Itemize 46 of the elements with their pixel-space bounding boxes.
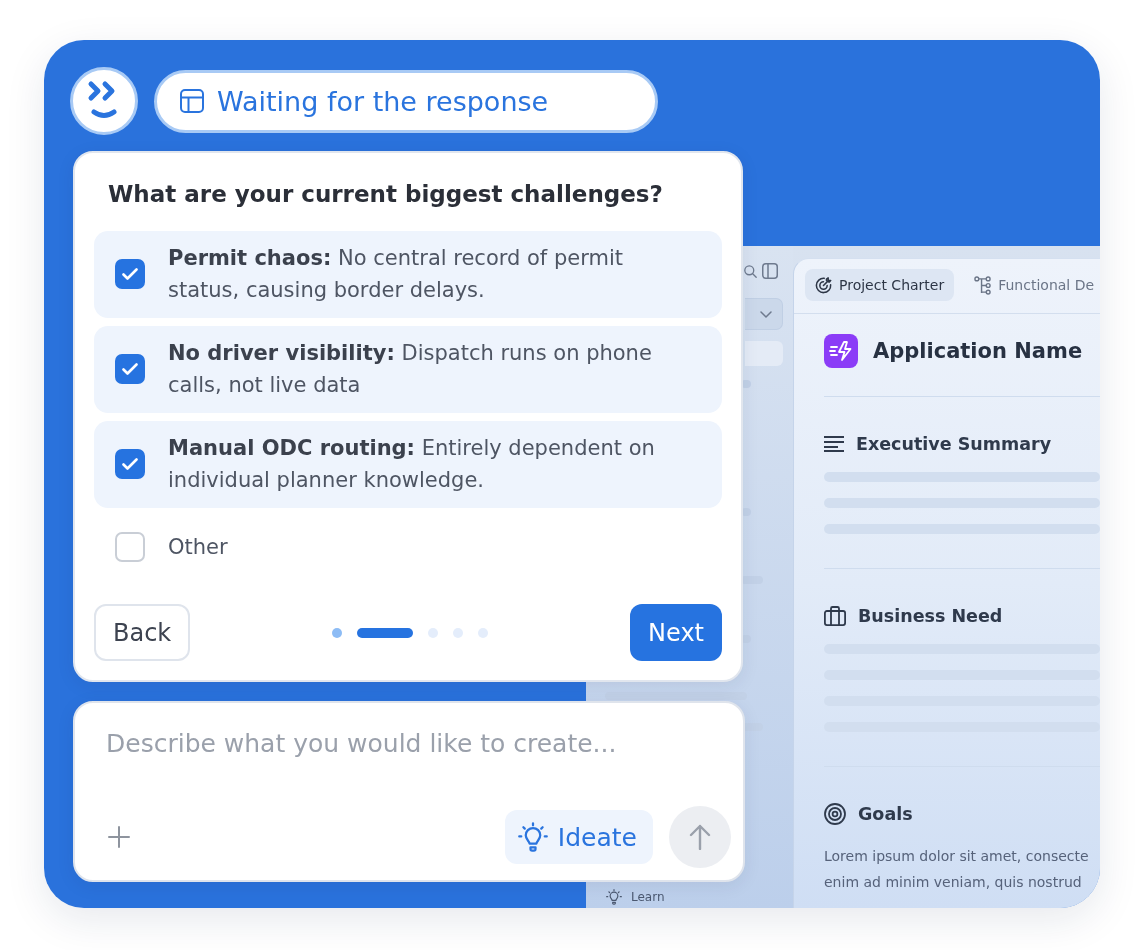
section-heading: Goals xyxy=(858,804,913,824)
skeleton-bar xyxy=(741,576,763,584)
target-arrow-icon xyxy=(815,276,832,294)
option-row[interactable]: Permit chaos: No central record of permit status, causing border delays. xyxy=(94,231,722,318)
smile-logo-icon xyxy=(70,67,138,135)
option-row[interactable]: No driver visibility: Dispatch runs on phone calls, not live data xyxy=(94,326,722,413)
tab-label[interactable]: Functional De xyxy=(998,277,1095,293)
briefcase-icon xyxy=(824,606,846,626)
option-text[interactable]: Permit chaos: No central record of permit status, causing border delays. xyxy=(168,242,683,306)
chevron-down-icon xyxy=(760,310,772,318)
section-heading: Executive Summary xyxy=(856,434,1052,454)
layout-icon xyxy=(180,89,204,113)
lightbulb-icon xyxy=(606,889,622,905)
search-icon[interactable] xyxy=(744,264,757,278)
dropdown[interactable] xyxy=(745,298,783,330)
learn-link[interactable]: Learn xyxy=(631,890,665,904)
status-text: Waiting for the response xyxy=(217,85,549,117)
arrow-up-icon xyxy=(689,824,711,850)
checkbox[interactable] xyxy=(115,449,145,479)
section-heading: Business Need xyxy=(858,606,1003,626)
goals-text: Lorem ipsum dolor sit amet, consecte enim ad minim veniam, quis nostrud xyxy=(824,847,1090,892)
check-icon xyxy=(122,458,138,470)
option-text[interactable]: Other xyxy=(168,531,683,563)
tab-label[interactable]: Project Charter xyxy=(839,277,945,293)
target-icon xyxy=(824,803,846,825)
text-lines-icon xyxy=(824,436,844,452)
document-title: Application Name xyxy=(873,339,1083,363)
sidebar-toggle-icon[interactable] xyxy=(762,263,778,279)
option-text[interactable]: No driver visibility: Dispatch runs on phone calls, not live data xyxy=(168,337,683,401)
lightbulb-icon xyxy=(517,822,548,852)
ideate-button[interactable]: Ideate xyxy=(504,810,653,864)
plus-icon[interactable] xyxy=(108,826,130,848)
checkbox[interactable] xyxy=(115,354,145,384)
option-text[interactable]: Manual ODC routing: Entirely dependent on individual planner knowledge. xyxy=(168,432,683,496)
checkbox[interactable] xyxy=(115,259,145,289)
lightning-tile-icon xyxy=(824,334,858,368)
tree-icon xyxy=(974,275,992,295)
next-button[interactable]: Next xyxy=(630,604,722,661)
prompt-field[interactable]: Describe what you would like to create... Ideate xyxy=(73,701,745,882)
back-button[interactable]: Back xyxy=(94,604,191,661)
question-title: What are your current biggest challenges? xyxy=(108,180,664,209)
check-icon xyxy=(122,363,138,375)
check-icon xyxy=(122,268,138,280)
document-tab[interactable]: Functional De xyxy=(964,269,1100,301)
option-row[interactable]: Manual ODC routing: Entirely dependent on individual planner knowledge. xyxy=(94,421,722,508)
document-tab[interactable]: Project Charter xyxy=(805,269,955,301)
